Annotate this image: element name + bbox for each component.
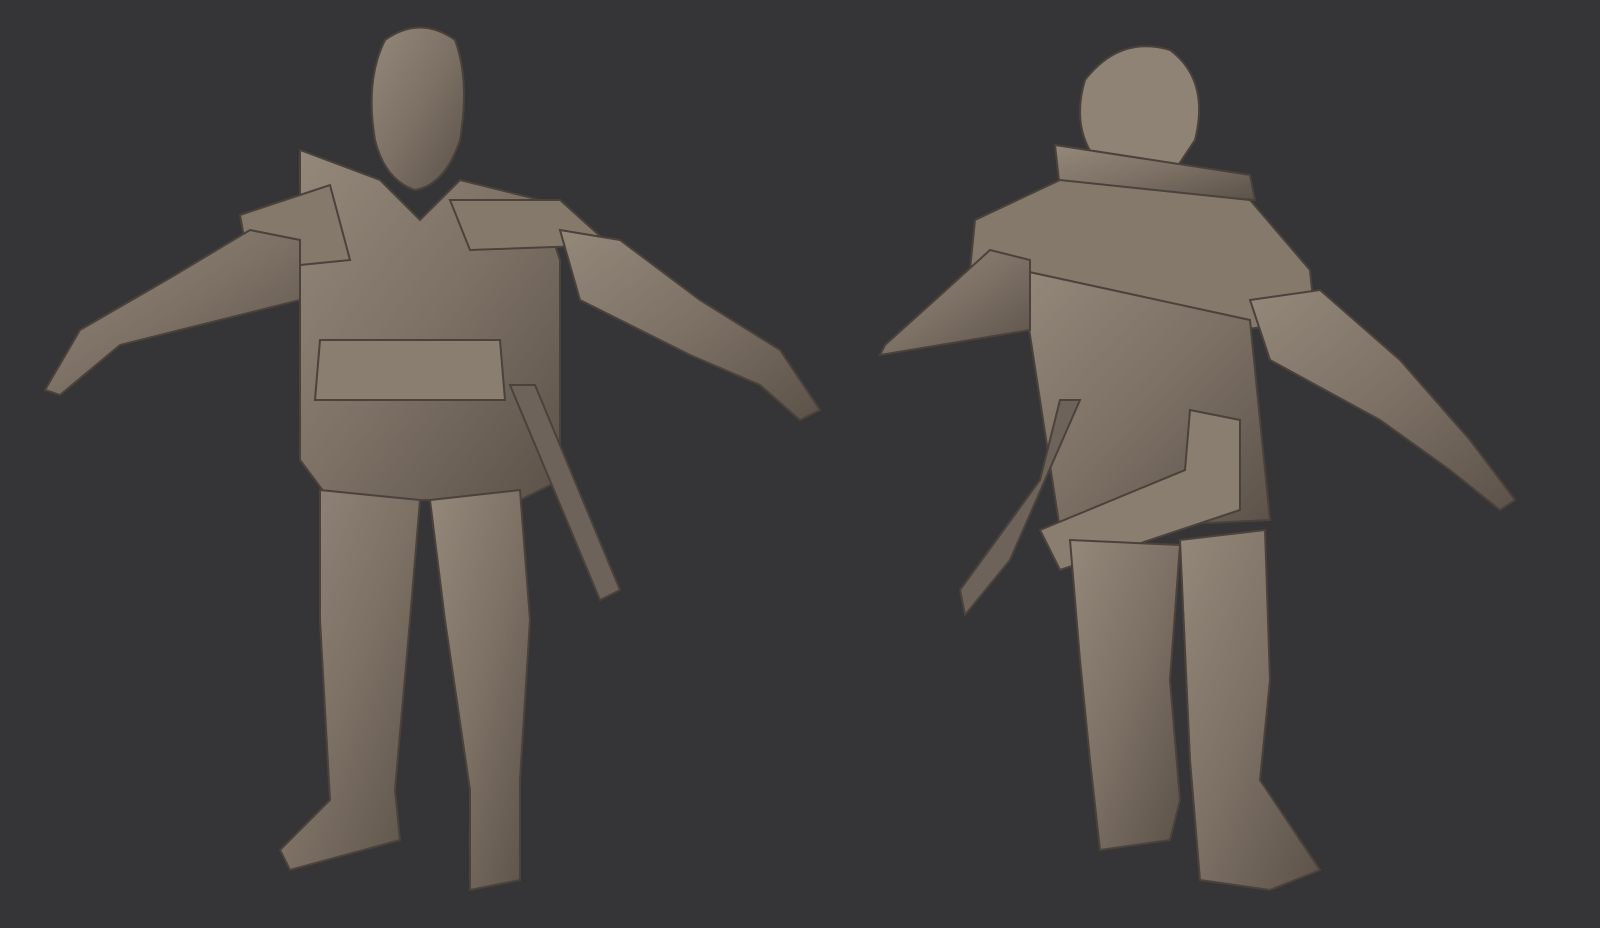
- background: [0, 0, 1600, 928]
- front-belt: [313, 339, 507, 401]
- render-viewport: [0, 0, 1600, 928]
- sculpt-render: [0, 0, 1600, 928]
